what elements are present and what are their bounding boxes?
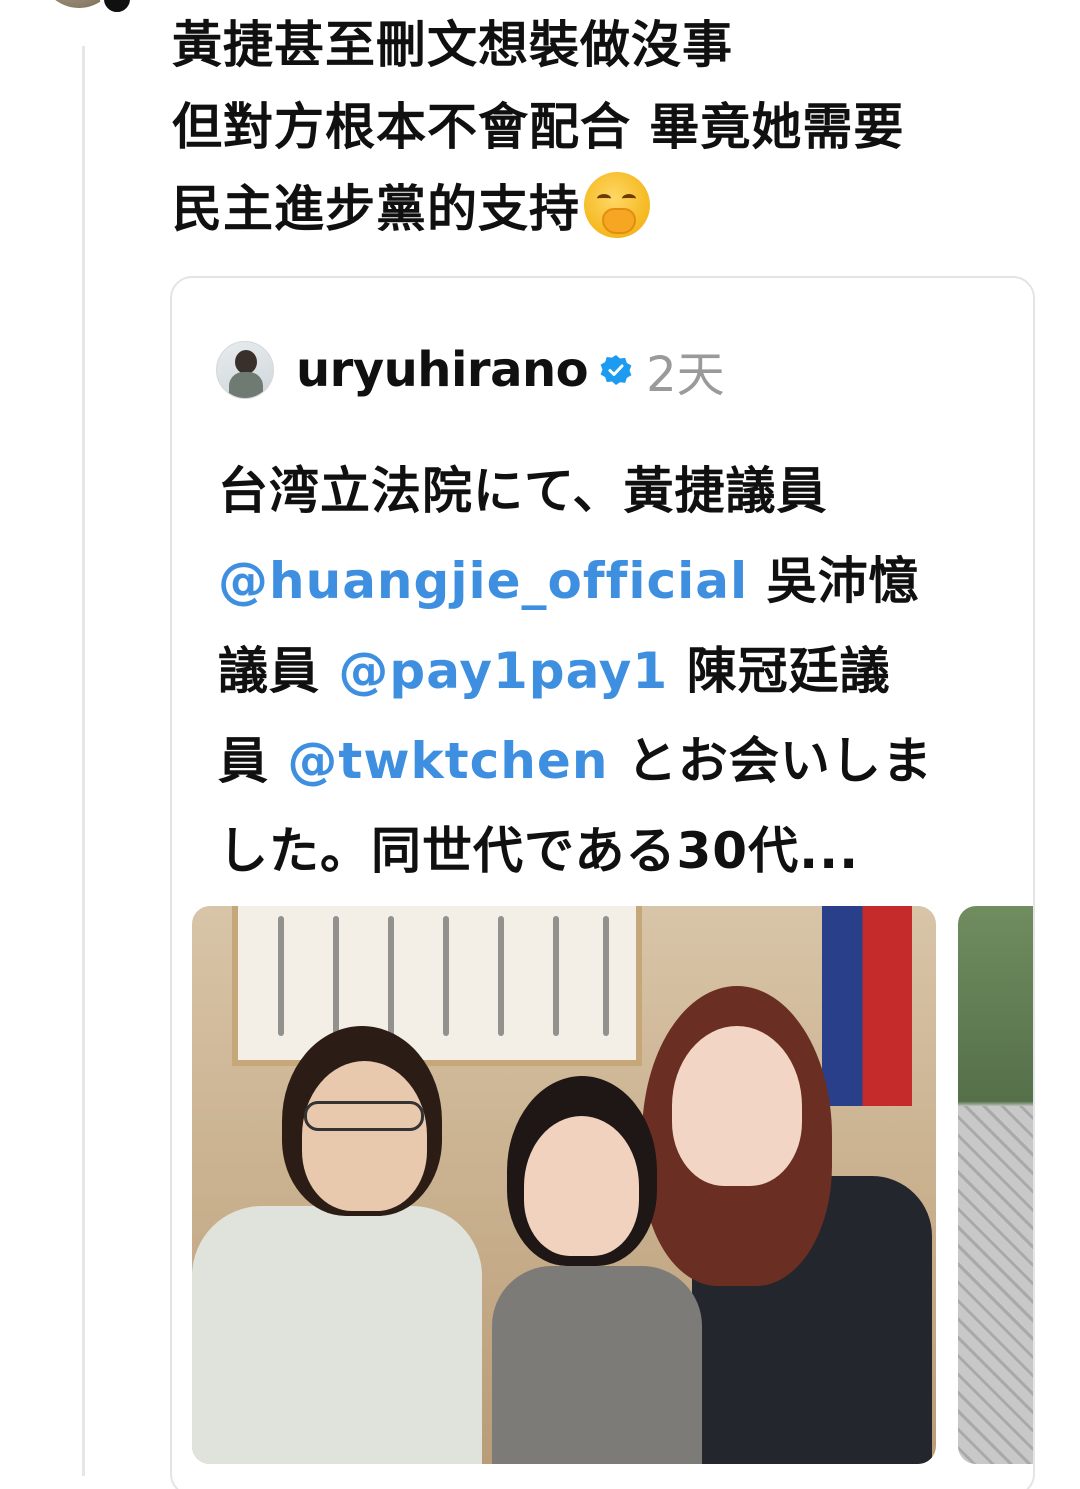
next-photo-preview[interactable]: [958, 906, 1033, 1464]
quoted-post-card[interactable]: uryuhirano 2天 台湾立法院にて、黃捷議員 @huangjie_off…: [170, 276, 1035, 1489]
face-with-hand-over-mouth-icon: [584, 172, 650, 238]
quoted-text-line: 台湾立法院にて、黃捷議員: [218, 462, 828, 520]
person-image: [492, 1266, 702, 1464]
text-segment: 陳冠廷議: [668, 642, 891, 700]
post-text-line: 黃捷甚至刪文想裝做沒事: [172, 16, 733, 74]
mention-link[interactable]: @huangjie_official: [218, 552, 748, 610]
post-timestamp: 2天: [646, 347, 725, 403]
quoted-username[interactable]: uryuhirano: [296, 342, 589, 398]
quoted-post-text: 台湾立法院にて、黃捷議員 @huangjie_official 吳沛憶 議員 @…: [218, 446, 998, 896]
text-segment: とお会いしま: [608, 732, 933, 790]
flag-image: [822, 906, 912, 1106]
post-text-line: 民主進步黨的支持: [172, 168, 1052, 250]
text-segment: 吳沛憶: [748, 552, 920, 610]
text-segment: 員: [218, 732, 288, 790]
post-body: 黃捷甚至刪文想裝做沒事 但對方根本不會配合 畢竟她需要 民主進步黨的支持: [172, 4, 1052, 250]
quoted-text-line: 議員 @pay1pay1 陳冠廷議: [218, 626, 998, 716]
quoted-post-header: uryuhirano 2天: [216, 340, 725, 403]
selfie-photo[interactable]: [192, 906, 936, 1464]
quoted-text-line: した。同世代である30代...: [218, 822, 860, 880]
mention-link[interactable]: @twktchen: [287, 732, 608, 790]
post-text-segment: 民主進步黨的支持: [172, 180, 580, 238]
follow-badge-icon[interactable]: [100, 0, 134, 16]
mention-link[interactable]: @pay1pay1: [338, 642, 668, 700]
quoted-user-avatar[interactable]: [216, 341, 274, 399]
quoted-text-line: 員 @twktchen とお会いしま: [218, 716, 998, 806]
verified-badge-icon: [600, 355, 632, 385]
text-segment: 議員: [218, 642, 339, 700]
calligraphy-scroll-image: [232, 906, 642, 1066]
quoted-text-line: @huangjie_official 吳沛憶: [218, 536, 998, 626]
thread-view: 黃捷甚至刪文想裝做沒事 但對方根本不會配合 畢竟她需要 民主進步黨的支持 ury…: [0, 0, 1080, 1489]
person-image: [192, 1206, 482, 1464]
thread-connector-line: [82, 46, 85, 1476]
post-text-line: 但對方根本不會配合 畢竟她需要: [172, 98, 905, 156]
